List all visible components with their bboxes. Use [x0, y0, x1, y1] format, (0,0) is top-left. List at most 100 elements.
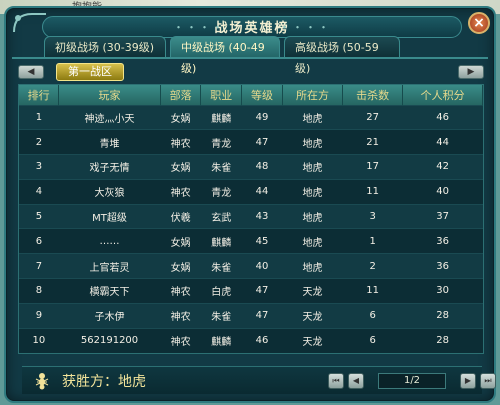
battlefield-tabs: 初级战场 (30-39级) 中级战场 (40-49级) 高级战场 (50-59级…: [44, 36, 400, 75]
tab-middle-battlefield[interactable]: 中级战场 (40-49级): [170, 36, 280, 75]
col-class[interactable]: 职业: [200, 85, 243, 105]
table-cell: 神迹灬小天: [58, 104, 161, 130]
prev-page-button[interactable]: ◀: [348, 373, 364, 389]
table-cell: 48: [241, 154, 283, 180]
table-cell: 神农: [160, 302, 201, 329]
zone-tab-first[interactable]: 第一战区: [56, 63, 124, 81]
table-cell: 3: [19, 154, 59, 180]
first-page-button[interactable]: ⏮: [328, 373, 344, 389]
table-cell: 1: [19, 104, 59, 130]
tab-junior-battlefield[interactable]: 初级战场 (30-39级): [44, 36, 166, 58]
table-cell: 42: [402, 154, 483, 180]
col-kills[interactable]: 击杀数: [342, 85, 404, 105]
table-cell: 1: [342, 228, 403, 254]
table-row[interactable]: 7 上官若灵 女娲 朱雀 40 地虎 2 36: [19, 253, 483, 279]
footer-bar: 获胜方：地虎 ⏮ ◀ 1/2 ▶ ⏭: [22, 366, 496, 394]
title-dots-right: ・・・・: [279, 21, 331, 34]
tab-senior-battlefield[interactable]: 高级战场 (50-59级): [284, 36, 400, 75]
table-row[interactable]: 1 神迹灬小天 女娲 麒麟 49 地虎 27 46: [19, 104, 483, 130]
table-row[interactable]: 4 大灰狼 神农 青龙 44 地虎 11 40: [19, 178, 483, 205]
table-cell: 神农: [160, 129, 201, 155]
table-cell: 天龙: [282, 327, 343, 353]
table-cell: 横霸天下: [58, 278, 161, 304]
table-cell: 朱雀: [200, 154, 242, 180]
table-cell: 47: [241, 278, 283, 304]
table-cell: 46: [241, 327, 283, 353]
table-cell: 麒麟: [200, 228, 242, 254]
table-cell: 玄武: [200, 203, 242, 229]
table-row[interactable]: 5 MT超级 伏羲 玄武 43 地虎 3 37: [19, 203, 483, 229]
table-cell: 地虎: [282, 203, 343, 229]
table-cell: 562191200: [58, 327, 161, 353]
table-cell: 神农: [160, 327, 201, 353]
table-cell: 30: [402, 278, 483, 304]
table-cell: 戏子无情: [58, 154, 161, 180]
table-cell: 28: [402, 327, 483, 353]
table-cell: 地虎: [282, 178, 343, 205]
table-row[interactable]: 2 青堆 神农 青龙 47 地虎 21 44: [19, 129, 483, 155]
next-zone-button[interactable]: ▶: [458, 65, 484, 79]
table-header-row: 排行 玩家 部落 职业 等级 所在方 击杀数 个人积分: [19, 85, 483, 105]
table-row[interactable]: 9 子木伊 神农 朱雀 47 天龙 6 28: [19, 302, 483, 329]
table-row[interactable]: 6…… 女娲 麒麟 45 地虎 1 36: [19, 228, 483, 254]
col-score[interactable]: 个人积分: [402, 85, 483, 105]
table-cell: 47: [241, 302, 283, 329]
table-cell: 11: [342, 178, 403, 205]
ant-icon: [35, 373, 49, 390]
table-cell: 青龙: [200, 178, 242, 205]
table-cell: 6: [342, 327, 403, 353]
table-cell: 46: [402, 104, 483, 130]
title-dots-left: ・・・・: [173, 21, 225, 34]
tab-divider: [12, 57, 488, 59]
table-cell: 40: [402, 178, 483, 205]
table-cell: 上官若灵: [58, 253, 161, 279]
next-page-button[interactable]: ▶: [460, 373, 476, 389]
table-cell: 45: [241, 228, 283, 254]
table-row[interactable]: 3 戏子无情 女娲 朱雀 48 地虎 17 42: [19, 154, 483, 180]
table-cell: 5: [19, 203, 59, 229]
table-cell: 子木伊: [58, 302, 161, 329]
table-cell: 麒麟: [200, 327, 242, 353]
table-cell: 大灰狼: [58, 178, 161, 205]
table-cell: 47: [241, 129, 283, 155]
table-cell: 地虎: [282, 129, 343, 155]
table-cell: 女娲: [160, 253, 201, 279]
winner-label: 获胜方：地虎: [62, 374, 146, 390]
table-cell: 36: [402, 228, 483, 254]
table-cell: 2: [19, 129, 59, 155]
last-page-button[interactable]: ⏭: [480, 373, 496, 389]
prev-zone-button[interactable]: ◀: [18, 65, 44, 79]
table-cell: 女娲: [160, 104, 201, 130]
page-indicator: 1/2: [378, 373, 446, 389]
title-bar: ・・・・ 战场英雄榜 ・・・・: [42, 16, 462, 38]
table-row[interactable]: 8 横霸天下 神农 白虎 47 天龙 11 30: [19, 278, 483, 304]
table-cell: 朱雀: [200, 253, 242, 279]
table-cell: 40: [241, 253, 283, 279]
col-rank[interactable]: 排行: [19, 85, 60, 105]
table-cell: 地虎: [282, 228, 343, 254]
table-cell: 17: [342, 154, 403, 180]
table-cell: 37: [402, 203, 483, 229]
close-icon: ×: [473, 15, 485, 31]
table-cell: 朱雀: [200, 302, 242, 329]
table-cell: 10: [19, 327, 59, 353]
next-page-icon: ▶: [464, 376, 472, 385]
col-level[interactable]: 等级: [241, 85, 283, 105]
table-cell: 神农: [160, 178, 201, 205]
close-button[interactable]: ×: [468, 12, 490, 34]
table-cell: 地虎: [282, 253, 343, 279]
col-tribe[interactable]: 部落: [160, 85, 202, 105]
col-player[interactable]: 玩家: [58, 85, 161, 105]
table-cell: 28: [402, 302, 483, 329]
table-cell: 天龙: [282, 278, 343, 304]
table-cell: 2: [342, 253, 403, 279]
first-page-icon: ⏮: [332, 376, 340, 385]
col-side[interactable]: 所在方: [282, 85, 344, 105]
table-cell: MT超级: [58, 203, 161, 229]
table-row[interactable]: 10 562191200 神农 麒麟 46 天龙 6 28: [19, 327, 483, 353]
table-cell: 6: [19, 228, 59, 254]
table-cell: 44: [402, 129, 483, 155]
table-cell: 地虎: [282, 154, 343, 180]
table-cell: 青堆: [58, 129, 161, 155]
table-cell: 11: [342, 278, 403, 304]
